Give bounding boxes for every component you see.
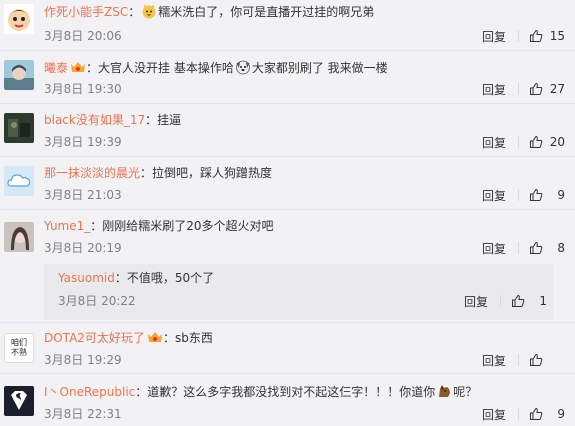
thumbs-up-icon[interactable]	[529, 241, 543, 255]
reply-button[interactable]: 回复	[482, 406, 506, 423]
like-count: 8	[557, 241, 565, 255]
reply-button[interactable]: 回复	[482, 28, 506, 45]
anime-character-avatar[interactable]	[4, 60, 34, 90]
like-count: 20	[549, 135, 565, 149]
comment-text: 不值哦，50个了	[126, 271, 215, 285]
reply-button[interactable]: 回复	[482, 134, 506, 151]
comment-item: 咱们 不熟 DOTA2可太好玩了 ：sb东西 3月8日 19:29 回复	[0, 323, 575, 373]
comment-text: 刚刚给糯米刷了20多个超火对吧	[102, 219, 274, 233]
crayon-shin-chan-avatar[interactable]	[4, 4, 34, 34]
comment-date: 3月8日 20:19	[44, 241, 122, 255]
thumbs-up-icon[interactable]	[529, 135, 543, 149]
divider	[518, 242, 519, 254]
thumbs-up-icon[interactable]	[529, 407, 543, 421]
dog-face-emoji-icon	[235, 59, 251, 75]
reply-button[interactable]: 回复	[482, 81, 506, 98]
comment-item: 那一抹淡淡的晨光：拉倒吧，踩人狗蹭热度 3月8日 21:03 回复 9	[0, 157, 575, 209]
comment-username[interactable]: 曦泰	[44, 61, 68, 75]
comment-username[interactable]: Yume1_	[44, 219, 90, 233]
dark-photo-avatar[interactable]	[4, 113, 34, 143]
divider	[518, 354, 519, 366]
reply-button[interactable]: 回复	[482, 240, 506, 257]
superman-logo-avatar[interactable]	[4, 386, 34, 416]
divider	[518, 189, 519, 201]
comment-text-continued: 呢？	[453, 385, 478, 399]
reply-button[interactable]: 回复	[464, 293, 488, 310]
vip-badge-icon	[147, 330, 163, 344]
comment-date: 3月8日 22:31	[44, 407, 122, 421]
divider	[500, 295, 501, 307]
girl-photo-avatar[interactable]	[4, 222, 34, 252]
comment-username[interactable]: I丶OneRepublic	[44, 385, 135, 399]
comment-username[interactable]: DOTA2可太好玩了	[44, 331, 145, 345]
comment-text: 挂逼	[157, 113, 182, 127]
comment-text: 道歉？这么多字我都没找到对不起这仨字！！！你道你	[147, 385, 436, 399]
comment-item: Yume1_：刚刚给糯米刷了20多个超火对吧 3月8日 20:19 回复 8 Y…	[0, 210, 575, 322]
comment-username[interactable]: Yasuomid	[58, 271, 115, 285]
comment-date: 3月8日 20:22	[58, 294, 136, 308]
comment-date: 3月8日 21:03	[44, 188, 122, 202]
comment-username[interactable]: 那一抹淡淡的晨光	[44, 166, 140, 180]
divider	[518, 30, 519, 42]
comment-username[interactable]: black没有如果_17	[44, 113, 145, 127]
like-count: 27	[549, 82, 565, 96]
divider	[518, 408, 519, 420]
comment-date: 3月8日 19:39	[44, 135, 122, 149]
divider	[518, 136, 519, 148]
comment-text: 拉倒吧，踩人狗蹭热度	[152, 166, 273, 180]
comment-text: sb东西	[174, 331, 213, 345]
reply-button[interactable]: 回复	[482, 352, 506, 369]
thumbs-up-icon[interactable]	[529, 29, 543, 43]
comment-username[interactable]: 作死小能手ZSC	[44, 5, 128, 19]
nested-reply: Yasuomid：不值哦，50个了 3月8日 20:22 回复 1	[44, 264, 553, 320]
like-count: 15	[549, 29, 565, 43]
comment-date: 3月8日 20:06	[44, 29, 122, 43]
text-avatar[interactable]: 咱们 不熟	[4, 333, 34, 363]
thumbs-up-icon[interactable]	[511, 294, 525, 308]
like-count: 9	[557, 407, 565, 421]
vip-badge-icon	[70, 60, 86, 74]
comment-item: 作死小能手ZSC： 糯米洗白了，你可是直播开过挂的啊兄弟 3月8日 20:06 回…	[0, 0, 575, 50]
comment-item: I丶OneRepublic：道歉？这么多字我都没找到对不起这仨字！！！你道你 呢？…	[0, 374, 575, 426]
divider	[518, 83, 519, 95]
thumbs-up-icon[interactable]	[529, 188, 543, 202]
cat-face-emoji-icon	[141, 3, 157, 19]
like-count: 9	[557, 188, 565, 202]
like-count: 1	[539, 294, 547, 308]
horse-face-emoji-icon	[436, 383, 452, 399]
cloud-default-avatar[interactable]	[4, 166, 34, 196]
thumbs-up-icon[interactable]	[529, 353, 543, 367]
comment-date: 3月8日 19:29	[44, 353, 122, 367]
comment-list: 作死小能手ZSC： 糯米洗白了，你可是直播开过挂的啊兄弟 3月8日 20:06 回…	[0, 0, 575, 426]
comment-date: 3月8日 19:30	[44, 82, 122, 96]
comment-text: 糯米洗白了，你可是直播开过挂的啊兄弟	[158, 5, 375, 19]
comment-text-continued: 大家都别刷了 我来做一楼	[251, 61, 388, 75]
comment-text: 大官人没开挂 基本操作哈	[98, 61, 234, 75]
comment-item: black没有如果_17：挂逼 3月8日 19:39 回复 20	[0, 104, 575, 156]
thumbs-up-icon[interactable]	[529, 82, 543, 96]
comment-item: 曦泰 ：大官人没开挂 基本操作哈 大家都别刷了 我来做一楼 3月8日 19:30 回…	[0, 51, 575, 103]
reply-button[interactable]: 回复	[482, 187, 506, 204]
